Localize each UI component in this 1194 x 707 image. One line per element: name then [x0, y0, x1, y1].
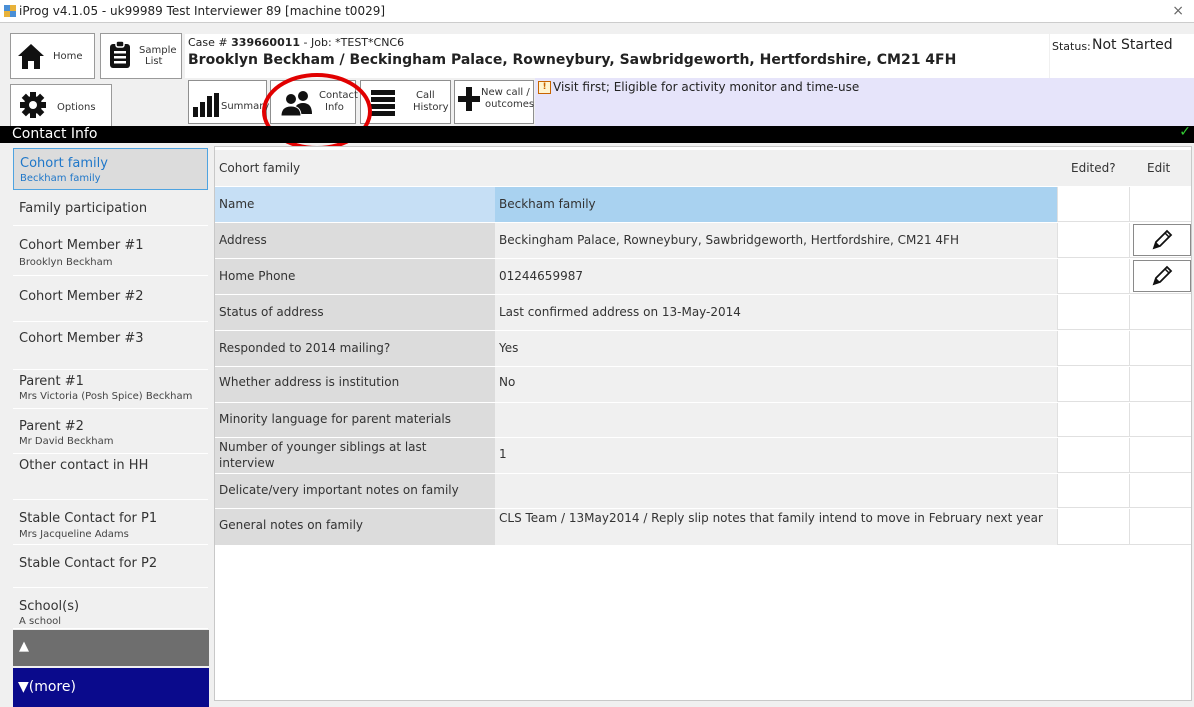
- table-row: Delicate/very important notes on family: [215, 474, 1191, 508]
- sidebar-item-cohort-member-3[interactable]: Cohort Member #3: [13, 323, 208, 370]
- table-row: Home Phone 01244659987: [215, 259, 1191, 294]
- table-row: Whether address is institution No: [215, 367, 1191, 402]
- tab-contact-info[interactable]: Contact Info: [270, 80, 358, 124]
- sidebar-item-cohort-family[interactable]: Cohort family Beckham family: [13, 148, 208, 190]
- header-edited: Edited?: [1071, 161, 1116, 175]
- outcomes-label: outcomes: [485, 99, 535, 110]
- sidebar-item-cohort-member-2[interactable]: Cohort Member #2: [13, 277, 208, 322]
- close-icon[interactable]: ×: [1172, 0, 1184, 22]
- header-label: Cohort family: [219, 161, 301, 175]
- summary-label: Summary: [221, 101, 270, 112]
- sidebar-item-label: School(s): [19, 599, 80, 614]
- sidebar-item-sub: Mrs Victoria (Posh Spice) Beckham: [19, 391, 193, 402]
- warning-icon: !: [538, 81, 551, 94]
- table-row: Minority language for parent materials: [215, 403, 1191, 437]
- sidebar-item-label: Cohort Member #2: [19, 289, 144, 304]
- table-row: Address Beckingham Palace, Rowneybury, S…: [215, 223, 1191, 258]
- list-label: List: [145, 56, 163, 67]
- app-icon: [4, 5, 16, 17]
- sample-label: Sample: [139, 45, 177, 56]
- title-bar: iProg v4.1.05 - uk99989 Test Interviewer…: [0, 0, 1194, 23]
- home-button[interactable]: Home: [10, 33, 95, 79]
- tab-new-call-outcomes[interactable]: New call / outcomes: [454, 80, 534, 124]
- case-panel: Case # 339660011 - Job: *TEST*CNC6 Brook…: [185, 34, 1049, 78]
- sidebar-item-parent-2[interactable]: Parent #2 Mr David Beckham: [13, 410, 208, 454]
- notice-text: Visit first; Eligible for activity monit…: [553, 80, 860, 94]
- sidebar-item-sub: Brooklyn Beckham: [19, 257, 113, 268]
- status-panel: Status: Not Started: [1050, 34, 1194, 78]
- pencil-icon: [1152, 265, 1173, 286]
- sidebar-item-label: Family participation: [19, 201, 148, 216]
- contacts-icon: [280, 91, 312, 116]
- status-value: Not Started: [1092, 37, 1173, 53]
- sidebar-item-label: Cohort Member #3: [19, 331, 144, 346]
- scroll-up-button[interactable]: ▲: [13, 630, 209, 666]
- options-button[interactable]: Options: [10, 84, 112, 130]
- edit-address-button[interactable]: [1133, 224, 1191, 256]
- sidebar-item-other-contact[interactable]: Other contact in HH: [13, 455, 208, 500]
- sample-list-button[interactable]: Sample List: [100, 33, 182, 79]
- sidebar-item-stable-contact-p2[interactable]: Stable Contact for P2: [13, 546, 208, 588]
- sidebar-item-parent-1[interactable]: Parent #1 Mrs Victoria (Posh Spice) Beck…: [13, 371, 208, 409]
- header-edit: Edit: [1147, 161, 1171, 175]
- table-row: General notes on family CLS Team / 13May…: [215, 509, 1191, 545]
- arrow-up-icon: ▲: [19, 639, 29, 654]
- sidebar-item-label: Stable Contact for P1: [19, 511, 158, 526]
- table-row: Responded to 2014 mailing? Yes: [215, 331, 1191, 366]
- contact-info-table: Cohort family Edited? Edit Name Beckham …: [214, 146, 1192, 701]
- sidebar-item-label: Parent #2: [19, 419, 84, 434]
- sidebar-item-label: Other contact in HH: [19, 458, 149, 473]
- plus-icon: [458, 87, 480, 111]
- check-icon: ✓: [1179, 124, 1191, 140]
- sidebar-item-sub: A school: [19, 616, 62, 627]
- sidebar-item-label: Cohort Member #1: [19, 238, 144, 253]
- notice-banner: ! Visit first; Eligible for activity mon…: [535, 78, 1194, 126]
- sidebar-item-label: Parent #1: [19, 374, 84, 389]
- more-label: ▼(more): [18, 679, 76, 695]
- home-icon: [18, 44, 44, 69]
- contact-label: Contact: [319, 90, 358, 101]
- sidebar: Cohort family Beckham family Family part…: [10, 146, 210, 707]
- sidebar-item-sub: Mrs Jacqueline Adams: [19, 529, 129, 540]
- bar-chart-icon: [193, 93, 219, 117]
- more-button[interactable]: ▼(more): [13, 668, 209, 707]
- case-info: Case # 339660011 - Job: *TEST*CNC6: [188, 36, 405, 49]
- window-title: iProg v4.1.05 - uk99989 Test Interviewer…: [19, 4, 386, 18]
- tab-summary[interactable]: Summary: [188, 80, 270, 124]
- clipboard-list-icon: [110, 41, 130, 68]
- info-label: Info: [325, 102, 344, 113]
- history-label: History: [413, 102, 449, 113]
- table-row: Number of younger siblings at last inter…: [215, 438, 1191, 473]
- section-header: Contact Info ✓: [0, 124, 1194, 143]
- case-address: Brooklyn Beckham / Beckingham Palace, Ro…: [188, 52, 957, 68]
- case-number: 339660011: [231, 36, 301, 49]
- sidebar-item-sub: Beckham family: [20, 173, 101, 184]
- sidebar-item-cohort-member-1[interactable]: Cohort Member #1 Brooklyn Beckham: [13, 228, 208, 276]
- status-label: Status:: [1052, 40, 1091, 53]
- new-call-label: New call /: [481, 87, 530, 98]
- list-icon: [371, 90, 395, 116]
- sidebar-item-label: Stable Contact for P2: [19, 556, 158, 571]
- sidebar-item-stable-contact-p1[interactable]: Stable Contact for P1 Mrs Jacqueline Ada…: [13, 501, 208, 545]
- table-row: Status of address Last confirmed address…: [215, 295, 1191, 330]
- table-header: Cohort family Edited? Edit: [215, 150, 1191, 186]
- section-title: Contact Info: [12, 126, 98, 142]
- sidebar-item-sub: Mr David Beckham: [19, 436, 114, 447]
- sidebar-item-family-participation[interactable]: Family participation: [13, 191, 208, 226]
- call-label: Call: [416, 90, 435, 101]
- sidebar-item-label: Cohort family: [20, 156, 108, 171]
- home-label: Home: [53, 51, 83, 62]
- options-label: Options: [57, 102, 96, 113]
- tab-call-history[interactable]: Call History: [360, 80, 451, 124]
- sidebar-item-schools[interactable]: School(s) A school: [13, 589, 208, 629]
- table-row[interactable]: Name Beckham family: [215, 187, 1191, 222]
- pencil-icon: [1152, 229, 1173, 250]
- edit-phone-button[interactable]: [1133, 260, 1191, 292]
- gear-icon: [20, 92, 46, 118]
